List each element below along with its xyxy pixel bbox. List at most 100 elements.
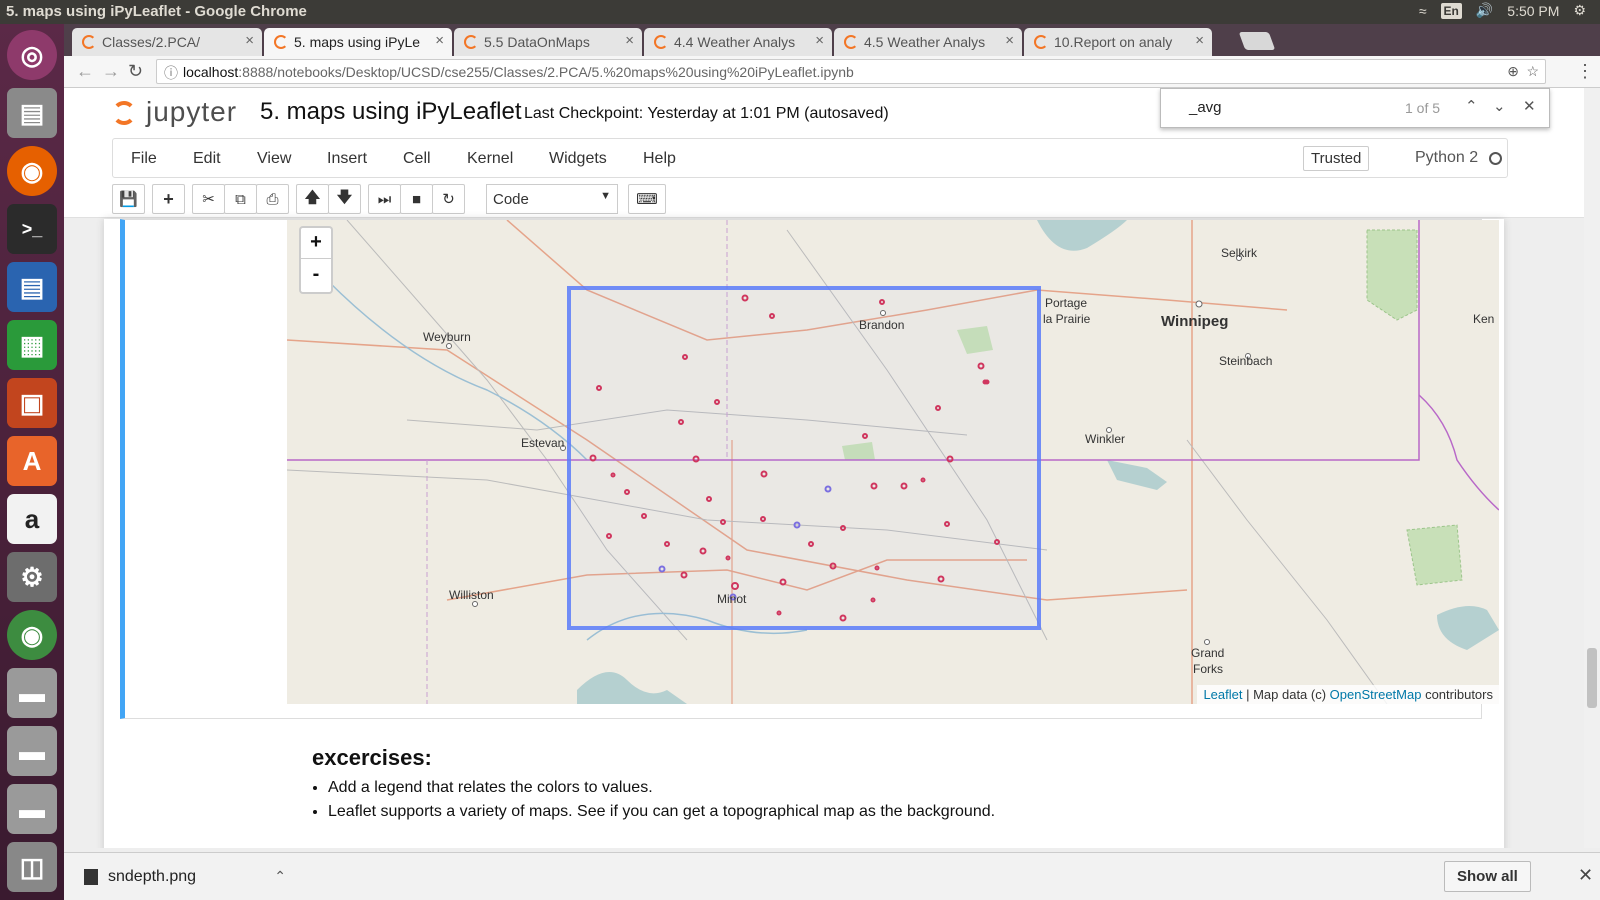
info-icon[interactable]: ⓘ: [164, 63, 178, 83]
place-label: Brandon: [859, 318, 905, 332]
zoom-out-button[interactable]: -: [301, 260, 331, 291]
cut-button[interactable]: ✂: [192, 184, 225, 214]
jupyter-logo[interactable]: jupyter: [112, 96, 237, 128]
calc-icon[interactable]: ▦: [7, 320, 57, 370]
cell-type-select[interactable]: Code ▼: [486, 184, 618, 214]
menu-edit[interactable]: Edit: [193, 150, 221, 168]
drive-icon[interactable]: ▬: [7, 726, 57, 776]
map-attribution: Leaflet | Map data (c) OpenStreetMap con…: [1197, 685, 1499, 704]
close-icon[interactable]: ✕: [1578, 865, 1593, 886]
close-icon[interactable]: ×: [815, 32, 824, 49]
keyboard-language[interactable]: En: [1440, 2, 1462, 19]
ubuntu-dash-icon[interactable]: ◎: [7, 30, 57, 80]
file-manager-icon[interactable]: ▤: [7, 88, 57, 138]
close-icon[interactable]: ×: [245, 32, 254, 49]
jupyter-favicon-icon: [464, 35, 478, 49]
clock[interactable]: 5:50 PM: [1507, 3, 1559, 19]
amazon-icon[interactable]: a: [7, 494, 57, 544]
jupyter-header: jupyter 5. maps using iPyLeaflet Last Ch…: [64, 88, 1584, 218]
show-all-button[interactable]: Show all: [1444, 861, 1531, 892]
osm-link[interactable]: OpenStreetMap: [1330, 687, 1422, 702]
paste-icon: ⎙: [266, 190, 279, 208]
wifi-icon[interactable]: ≈: [1419, 3, 1427, 19]
menu-insert[interactable]: Insert: [327, 150, 367, 168]
map-tiles: [287, 220, 1499, 704]
settings-gear-icon[interactable]: ⚙: [1573, 2, 1586, 19]
zoom-in-button[interactable]: +: [301, 228, 331, 259]
tab-data-on-maps[interactable]: 5.5 DataOnMaps ×: [454, 28, 642, 56]
leaflet-map[interactable]: Selkirk Portage la Prairie Winnipeg Ken …: [287, 220, 1499, 704]
window-title: 5. maps using iPyLeaflet - Google Chrome: [6, 3, 307, 20]
scrollbar-thumb[interactable]: [1587, 648, 1597, 708]
copy-button[interactable]: ⧉: [224, 184, 257, 214]
page-scrollbar[interactable]: [1584, 88, 1600, 848]
checkpoint-status: Last Checkpoint: Yesterday at 1:01 PM (a…: [524, 105, 889, 122]
menu-view[interactable]: View: [257, 150, 291, 168]
download-item[interactable]: sndepth.png ⌃: [80, 861, 286, 893]
volume-icon[interactable]: 🔊: [1476, 2, 1493, 19]
tab-weather-analysis-4-4[interactable]: 4.4 Weather Analys ×: [644, 28, 832, 56]
find-input[interactable]: _avg: [1189, 99, 1222, 116]
run-button[interactable]: ⏭: [368, 184, 401, 214]
find-close-icon[interactable]: ✕: [1523, 97, 1536, 115]
drive-icon[interactable]: ▬: [7, 784, 57, 834]
terminal-icon[interactable]: >_: [7, 204, 57, 254]
software-center-icon[interactable]: A: [7, 436, 57, 486]
forward-arrow-icon[interactable]: →: [102, 61, 120, 82]
tab-label: 5. maps using iPyLe: [294, 34, 421, 50]
find-next-icon[interactable]: ⌄: [1493, 97, 1506, 115]
menu-kernel[interactable]: Kernel: [467, 150, 513, 168]
tab-report-on-analysis[interactable]: 10.Report on analy ×: [1024, 28, 1212, 56]
insert-cell-button[interactable]: +: [152, 184, 185, 214]
find-previous-icon[interactable]: ⌃: [1465, 97, 1478, 115]
zoom-icon[interactable]: ⊕: [1507, 63, 1519, 80]
place-label: Weyburn: [423, 330, 471, 344]
tab-maps-ipyleaflet[interactable]: 5. maps using iPyLe ×: [264, 28, 452, 56]
new-tab-button[interactable]: [1238, 32, 1276, 50]
writer-icon[interactable]: ▤: [7, 262, 57, 312]
tab-classes-pca[interactable]: Classes/2.PCA/ ×: [72, 28, 262, 56]
system-settings-icon[interactable]: ⚙: [7, 552, 57, 602]
find-bar: _avg 1 of 5 ⌃ ⌄ ✕: [1160, 88, 1550, 128]
move-down-button[interactable]: 🡇: [328, 184, 361, 214]
drive-icon[interactable]: ▬: [7, 668, 57, 718]
menu-widgets[interactable]: Widgets: [549, 150, 607, 168]
restart-button[interactable]: ↻: [432, 184, 465, 214]
chrome-menu-icon[interactable]: ⋮: [1576, 61, 1594, 82]
paste-button[interactable]: ⎙: [256, 184, 289, 214]
leaflet-link[interactable]: Leaflet: [1203, 687, 1242, 702]
browser-tab-strip: Classes/2.PCA/ × 5. maps using iPyLe × 5…: [64, 24, 1600, 56]
tab-weather-analysis-4-5[interactable]: 4.5 Weather Analys ×: [834, 28, 1022, 56]
menu-cell[interactable]: Cell: [403, 150, 431, 168]
trash-icon[interactable]: ◫: [7, 842, 57, 892]
close-icon[interactable]: ×: [1005, 32, 1014, 49]
notebook-title[interactable]: 5. maps using iPyLeaflet: [260, 98, 521, 126]
close-icon[interactable]: ×: [435, 32, 444, 49]
tab-label: 5.5 DataOnMaps: [484, 34, 590, 50]
arrow-down-icon: 🡇: [336, 188, 353, 206]
interrupt-button[interactable]: ■: [400, 184, 433, 214]
firefox-icon[interactable]: ◉: [7, 146, 57, 196]
reload-icon[interactable]: ↻: [128, 61, 143, 82]
output-cell[interactable]: ×: [120, 219, 1499, 719]
find-match-count: 1 of 5: [1405, 100, 1441, 116]
close-icon[interactable]: ×: [1195, 32, 1204, 49]
notebook-menubar: File Edit View Insert Cell Kernel Widget…: [112, 138, 1508, 178]
place-label: Ken: [1473, 312, 1495, 326]
chevron-up-icon[interactable]: ⌃: [274, 868, 286, 885]
back-arrow-icon[interactable]: ←: [76, 61, 94, 82]
bookmark-star-icon[interactable]: ☆: [1526, 63, 1539, 80]
place-label: la Prairie: [1043, 312, 1091, 326]
impress-icon[interactable]: ▣: [7, 378, 57, 428]
save-button[interactable]: 💾: [112, 184, 145, 214]
move-up-button[interactable]: 🡅: [296, 184, 329, 214]
chrome-icon[interactable]: ◉: [7, 610, 57, 660]
tab-label: 10.Report on analy: [1054, 34, 1173, 50]
menu-file[interactable]: File: [131, 150, 157, 168]
command-palette-button[interactable]: ⌨: [628, 184, 666, 214]
trusted-indicator[interactable]: Trusted: [1303, 146, 1370, 171]
address-bar[interactable]: ⓘ localhost:8888/notebooks/Desktop/UCSD/…: [156, 59, 1546, 84]
page-content: jupyter 5. maps using iPyLeaflet Last Ch…: [64, 88, 1584, 848]
menu-help[interactable]: Help: [643, 150, 676, 168]
close-icon[interactable]: ×: [625, 32, 634, 49]
